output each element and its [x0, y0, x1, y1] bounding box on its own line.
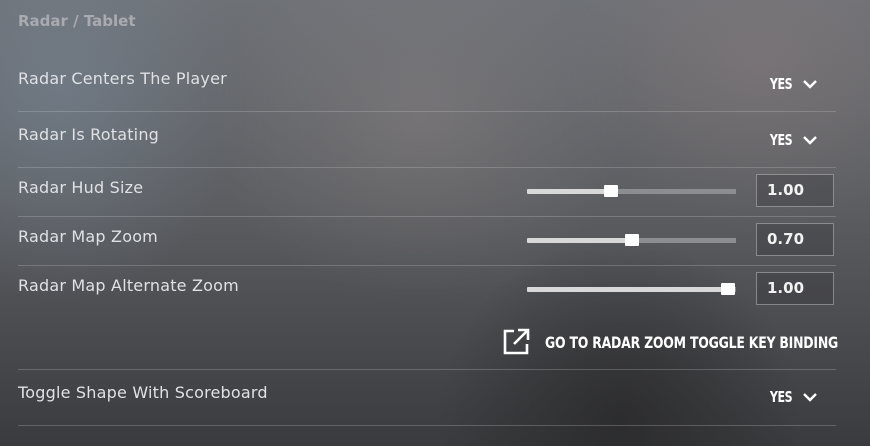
dropdown-value: YES: [769, 131, 793, 149]
slider-thumb[interactable]: [603, 185, 618, 197]
setting-label: Radar Is Rotating: [18, 125, 160, 144]
radar-hud-size-value[interactable]: 1.00: [756, 174, 834, 207]
dropdown-value: YES: [769, 388, 793, 406]
radar-alt-zoom-value[interactable]: 1.00: [756, 272, 834, 305]
slider-thumb[interactable]: [624, 234, 639, 246]
slider-track-empty: [610, 189, 736, 194]
setting-label: Toggle Shape With Scoreboard: [18, 383, 268, 402]
zoom-key-binding-link[interactable]: GO TO RADAR ZOOM TOGGLE KEY BINDING: [501, 327, 870, 357]
setting-row-radar-hud-size: Radar Hud Size 1.00: [18, 168, 836, 217]
dropdown-value: YES: [769, 75, 793, 93]
chevron-down-icon: [803, 80, 817, 89]
setting-label: Radar Centers The Player: [18, 69, 227, 88]
radar-hud-size-slider[interactable]: [527, 185, 736, 197]
setting-row-toggle-shape: Toggle Shape With Scoreboard YES: [18, 370, 836, 426]
slider-thumb[interactable]: [720, 283, 735, 295]
slider-track-empty: [631, 238, 736, 243]
radar-rotating-dropdown[interactable]: YES: [765, 131, 818, 149]
setting-label: Radar Map Zoom: [18, 227, 158, 246]
setting-row-radar-centers: Radar Centers The Player YES: [18, 56, 836, 112]
toggle-shape-dropdown[interactable]: YES: [765, 388, 818, 406]
setting-row-radar-map-zoom: Radar Map Zoom 0.70: [18, 217, 836, 266]
chevron-down-icon: [803, 136, 817, 145]
zoom-key-binding-label: GO TO RADAR ZOOM TOGGLE KEY BINDING: [545, 332, 839, 352]
radar-centers-dropdown[interactable]: YES: [765, 75, 818, 93]
radar-map-zoom-slider[interactable]: [527, 234, 736, 246]
section-title: Radar / Tablet: [18, 12, 136, 30]
setting-label: Radar Map Alternate Zoom: [18, 276, 239, 295]
external-link-icon: [503, 328, 530, 355]
chevron-down-icon: [803, 393, 817, 402]
setting-row-radar-rotating: Radar Is Rotating YES: [18, 112, 836, 168]
setting-label: Radar Hud Size: [18, 178, 144, 197]
radar-map-zoom-value[interactable]: 0.70: [756, 223, 834, 256]
radar-alt-zoom-slider[interactable]: [527, 283, 736, 295]
